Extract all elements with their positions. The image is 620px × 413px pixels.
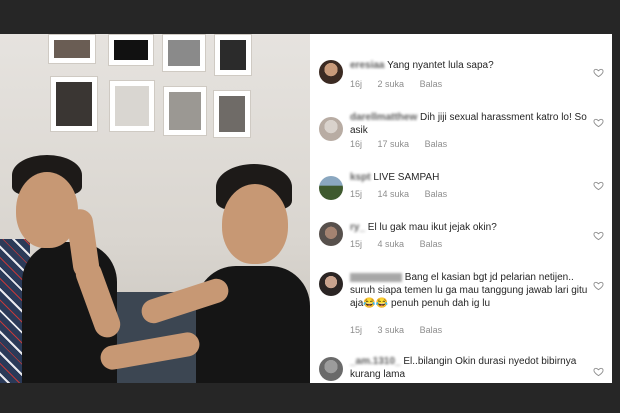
heart-icon[interactable]: [593, 280, 604, 291]
wall-frame: [213, 90, 251, 138]
avatar[interactable]: [319, 222, 343, 246]
comment-text: El lu gak mau ikut jejak okin?: [367, 222, 497, 233]
avatar[interactable]: [319, 176, 343, 200]
wall-frame: [214, 34, 252, 76]
comment-text: LIVE SAMPAH: [373, 172, 440, 183]
comment-text: Yang nyantet lula sapa?: [387, 60, 494, 71]
avatar[interactable]: [319, 357, 343, 381]
wall-frame: [108, 34, 154, 66]
right-border: [612, 0, 620, 413]
bottom-border: [0, 383, 620, 413]
comment-item: _am.1310_ El..bilangin Okin durasi nyedo…: [310, 352, 612, 383]
comment-time: 16j: [350, 79, 363, 89]
comment-item: Bang el kasian bgt jd pelarian netijen..…: [310, 271, 612, 345]
avatar[interactable]: [319, 272, 343, 296]
comment-time: 15j: [350, 325, 363, 335]
post-photo: [0, 34, 310, 383]
avatar[interactable]: [319, 60, 343, 84]
comment-likes[interactable]: 3 suka: [378, 325, 405, 335]
reply-button[interactable]: Balas: [420, 239, 443, 249]
comments-panel: eresiaa Yang nyantet lula sapa? 16j 2 su…: [310, 34, 612, 383]
avatar[interactable]: [319, 117, 343, 141]
wall-frame: [162, 34, 206, 72]
comment-username[interactable]: kspt: [350, 172, 371, 183]
comment-item: kspt LIVE SAMPAH 15j 14 suka Balas: [310, 171, 612, 211]
wall-frame: [163, 86, 207, 136]
comment-likes[interactable]: 14 suka: [378, 189, 410, 199]
heart-icon[interactable]: [593, 366, 604, 377]
heart-icon[interactable]: [593, 180, 604, 191]
comment-time: 16j: [350, 139, 363, 149]
comment-likes[interactable]: 4 suka: [378, 239, 405, 249]
reply-button[interactable]: Balas: [425, 139, 448, 149]
heart-icon[interactable]: [593, 67, 604, 78]
comment-username[interactable]: [350, 272, 402, 282]
comment-time: 15j: [350, 189, 363, 199]
heart-icon[interactable]: [593, 117, 604, 128]
comment-username[interactable]: _am.1310_: [350, 356, 401, 367]
comment-item: ry_ El lu gak mau ikut jejak okin? 15j 4…: [310, 221, 612, 261]
comment-time: 15j: [350, 239, 363, 249]
heart-icon[interactable]: [593, 230, 604, 241]
comment-username[interactable]: darellmatthew: [350, 112, 417, 123]
reply-button[interactable]: Balas: [425, 189, 448, 199]
top-border: [0, 0, 620, 34]
wall-frame: [48, 34, 96, 64]
wall-frame: [109, 80, 155, 132]
comment-username[interactable]: ry_: [350, 222, 365, 233]
comment-item: eresiaa Yang nyantet lula sapa? 16j 2 su…: [310, 57, 612, 112]
wall-frame: [50, 76, 98, 132]
comment-likes[interactable]: 2 suka: [378, 79, 405, 89]
comment-likes[interactable]: 17 suka: [378, 139, 410, 149]
reply-button[interactable]: Balas: [420, 79, 443, 89]
comment-username[interactable]: eresiaa: [350, 60, 384, 71]
comment-item: darellmatthew Dih jiji sexual harassment…: [310, 109, 612, 169]
reply-button[interactable]: Balas: [420, 325, 443, 335]
